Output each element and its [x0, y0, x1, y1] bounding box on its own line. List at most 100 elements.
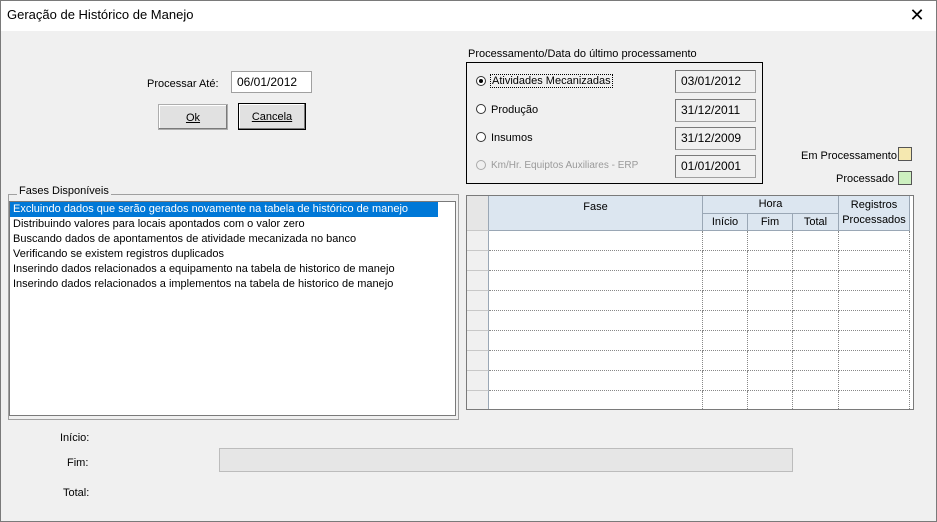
total-label: Total: [63, 487, 90, 499]
list-item[interactable]: Excluindo dados que serão gerados novame… [10, 202, 438, 217]
grid-cell[interactable] [793, 371, 839, 391]
grid-cell[interactable] [748, 351, 793, 371]
radio-atividades-mecanizadas[interactable] [476, 76, 486, 86]
grid-cell[interactable] [748, 311, 793, 331]
grid-cell[interactable] [793, 351, 839, 371]
phases-group-title: Fases Disponíveis [17, 185, 111, 197]
grid-row-header [467, 271, 489, 291]
grid-row-header [467, 291, 489, 311]
radio-km-hr-equiptos [476, 160, 486, 170]
grid-cell[interactable] [793, 291, 839, 311]
grid-cell[interactable] [793, 271, 839, 291]
grid-cell[interactable] [489, 311, 703, 331]
grid-cell[interactable] [489, 351, 703, 371]
last-processing-group-title: Processamento/Data do último processamen… [468, 48, 697, 60]
date-km-hr-equiptos: 01/01/2001 [675, 155, 756, 178]
phases-grid[interactable]: Fase Hora Início Fim Total Registros Pro… [466, 195, 914, 410]
start-label: Início: [60, 432, 90, 444]
grid-row-header [467, 331, 489, 351]
date-insumos: 31/12/2009 [675, 127, 756, 150]
grid-cell[interactable] [793, 311, 839, 331]
grid-cell[interactable] [839, 311, 910, 331]
grid-cell[interactable] [703, 311, 748, 331]
grid-cell[interactable] [839, 331, 910, 351]
grid-row-header [467, 251, 489, 271]
process-until-input[interactable]: 06/01/2012 [231, 71, 312, 93]
grid-cell[interactable] [839, 251, 910, 271]
legend-processed-label: Processado [836, 173, 895, 185]
close-icon[interactable]: ✕ [904, 3, 930, 27]
grid-cell[interactable] [839, 391, 910, 409]
grid-row-header [467, 391, 489, 409]
grid-cell[interactable] [489, 371, 703, 391]
grid-cell[interactable] [793, 251, 839, 271]
grid-header-inicio: Início [703, 214, 748, 231]
grid-cell[interactable] [489, 331, 703, 351]
grid-cell[interactable] [703, 391, 748, 409]
radio-insumos[interactable] [476, 132, 486, 142]
grid-corner [467, 196, 489, 231]
legend-processed-swatch [898, 171, 912, 185]
legend-in-progress-swatch [898, 147, 912, 161]
cancel-button[interactable]: Cancela [238, 103, 306, 130]
grid-cell[interactable] [703, 291, 748, 311]
grid-cell[interactable] [839, 271, 910, 291]
grid-header-fase: Fase [489, 196, 703, 231]
grid-cell[interactable] [839, 291, 910, 311]
grid-cell[interactable] [703, 331, 748, 351]
grid-cell[interactable] [748, 371, 793, 391]
grid-cell[interactable] [489, 231, 703, 251]
grid-header-registros-line1: Registros [850, 199, 898, 211]
grid-cell[interactable] [703, 271, 748, 291]
grid-cell[interactable] [489, 251, 703, 271]
list-item[interactable]: Inserindo dados relacionados a implement… [10, 277, 455, 292]
grid-cell[interactable] [489, 391, 703, 409]
grid-cell[interactable] [793, 231, 839, 251]
grid-cell[interactable] [748, 231, 793, 251]
radio-producao[interactable] [476, 104, 486, 114]
grid-row-header [467, 231, 489, 251]
grid-header-total: Total [793, 214, 839, 231]
date-atividades-mecanizadas: 03/01/2012 [675, 70, 756, 93]
legend-in-progress-label: Em Processamento [801, 150, 897, 162]
end-label: Fim: [67, 457, 89, 469]
list-item[interactable]: Distribuindo valores para locais apontad… [10, 217, 455, 232]
list-item[interactable]: Inserindo dados relacionados a equipamen… [10, 262, 455, 277]
grid-cell[interactable] [839, 371, 910, 391]
phases-listbox[interactable]: Excluindo dados que serão gerados novame… [9, 201, 456, 416]
grid-cell[interactable] [703, 251, 748, 271]
radio-label-producao[interactable]: Produção [491, 104, 538, 116]
grid-cell[interactable] [748, 291, 793, 311]
ok-button-label: Ok [185, 112, 201, 124]
radio-label-km-hr-equiptos: Km/Hr. Equiptos Auxiliares - ERP [491, 160, 639, 171]
title-bar: Geração de Histórico de Manejo ✕ [1, 1, 936, 31]
progress-bar [219, 448, 793, 472]
grid-header-registros: Registros Processados [839, 196, 910, 231]
grid-cell[interactable] [793, 331, 839, 351]
process-until-label: Processar Até: [147, 78, 219, 90]
grid-cell[interactable] [703, 231, 748, 251]
grid-cell[interactable] [839, 351, 910, 371]
grid-cell[interactable] [748, 271, 793, 291]
grid-row-header [467, 311, 489, 331]
grid-cell[interactable] [748, 391, 793, 409]
grid-cell[interactable] [489, 291, 703, 311]
list-item[interactable]: Buscando dados de apontamentos de ativid… [10, 232, 455, 247]
cancel-button-label: Cancela [251, 111, 293, 123]
date-producao: 31/12/2011 [675, 99, 756, 122]
grid-cell[interactable] [839, 231, 910, 251]
grid-cell[interactable] [793, 391, 839, 409]
grid-row-header [467, 351, 489, 371]
list-item[interactable]: Verificando se existem registros duplica… [10, 247, 455, 262]
grid-cell[interactable] [703, 351, 748, 371]
grid-cell[interactable] [748, 251, 793, 271]
grid-cell[interactable] [489, 271, 703, 291]
dialog-window: Geração de Histórico de Manejo ✕ Process… [0, 0, 937, 522]
grid-header-hora: Hora [703, 196, 839, 214]
radio-label-atividades-mecanizadas[interactable]: Atividades Mecanizadas [490, 74, 613, 88]
grid-cell[interactable] [703, 371, 748, 391]
radio-label-insumos[interactable]: Insumos [491, 132, 533, 144]
grid-cell[interactable] [748, 331, 793, 351]
grid-header-fim: Fim [748, 214, 793, 231]
ok-button[interactable]: Ok [158, 104, 228, 130]
